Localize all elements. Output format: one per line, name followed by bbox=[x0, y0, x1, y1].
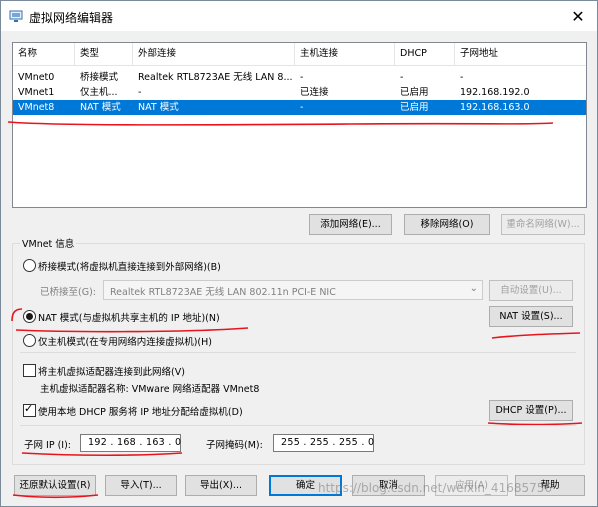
column-header-host[interactable]: 主机连接 bbox=[295, 43, 395, 65]
host-only-radio[interactable] bbox=[23, 334, 36, 347]
cell-dhcp: 已启用 bbox=[400, 102, 429, 113]
cell-type: 仅主机... bbox=[80, 87, 118, 98]
bridged-to-select[interactable]: Realtek RTL8723AE 无线 LAN 802.11n PCI-E N… bbox=[103, 280, 483, 300]
cell-type: NAT 模式 bbox=[80, 102, 121, 113]
table-row-vmnet1[interactable]: VMnet1 仅主机... - 已连接 已启用 192.168.192.0 bbox=[13, 85, 586, 100]
cell-name: VMnet1 bbox=[18, 87, 55, 98]
connect-adapter-checkbox[interactable] bbox=[23, 364, 36, 377]
cell-subnet: 192.168.163.0 bbox=[460, 102, 530, 113]
cell-name: VMnet0 bbox=[18, 72, 55, 83]
rename-network-button[interactable]: 重命名网络(W)... bbox=[501, 214, 585, 235]
add-network-button[interactable]: 添加网络(E)... bbox=[309, 214, 392, 235]
connect-adapter-label[interactable]: 将主机虚拟适配器连接到此网络(V) bbox=[38, 364, 185, 378]
column-header-external[interactable]: 外部连接 bbox=[133, 43, 295, 65]
vmnet-info-group bbox=[12, 243, 585, 465]
cell-name: VMnet8 bbox=[18, 102, 55, 113]
host-only-label[interactable]: 仅主机模式(在专用网络内连接虚拟机)(H) bbox=[38, 334, 212, 348]
window-title: 虚拟网络编辑器 bbox=[29, 11, 114, 25]
network-editor-icon bbox=[9, 10, 23, 22]
column-header-subnet[interactable]: 子网地址 bbox=[455, 43, 586, 65]
bridged-to-value: Realtek RTL8723AE 无线 LAN 802.11n PCI-E N… bbox=[110, 287, 336, 298]
cell-subnet: - bbox=[460, 72, 464, 83]
bridge-mode-label[interactable]: 桥接模式(将虚拟机直接连接到外部网络)(B) bbox=[38, 259, 221, 273]
watermark-text: https://blog.csdn.net/weixin_41685756 bbox=[318, 481, 553, 495]
cell-dhcp: - bbox=[400, 72, 404, 83]
subnet-ip-value: 192 . 168 . 163 . 0 bbox=[88, 437, 182, 448]
column-header-type[interactable]: 类型 bbox=[75, 43, 133, 65]
cell-host: - bbox=[300, 102, 304, 113]
table-row-vmnet0[interactable]: VMnet0 桥接模式 Realtek RTL8723AE 无线 LAN 8..… bbox=[13, 70, 586, 85]
column-header-name[interactable]: 名称 bbox=[13, 43, 75, 65]
import-button[interactable]: 导入(T)... bbox=[105, 475, 177, 496]
chevron-down-icon: ⌄ bbox=[469, 283, 478, 294]
export-button[interactable]: 导出(X)... bbox=[185, 475, 257, 496]
bridge-mode-radio[interactable] bbox=[23, 259, 36, 272]
remove-network-button[interactable]: 移除网络(O) bbox=[404, 214, 490, 235]
annotation-underline-nat-settings bbox=[491, 332, 581, 339]
nat-settings-button[interactable]: NAT 设置(S)... bbox=[489, 306, 573, 327]
annotation-underline-restore bbox=[12, 494, 99, 499]
cell-dhcp: 已启用 bbox=[400, 87, 429, 98]
subnet-mask-label: 子网掩码(M): bbox=[206, 440, 263, 451]
bridged-to-label: 已桥接至(G): bbox=[40, 287, 96, 298]
cell-external: NAT 模式 bbox=[138, 102, 179, 113]
adapter-name-text: 主机虚拟适配器名称: VMware 网络适配器 VMnet8 bbox=[40, 384, 260, 395]
divider bbox=[20, 352, 576, 353]
cell-host: - bbox=[300, 72, 304, 83]
subnet-mask-value: 255 . 255 . 255 . 0 bbox=[281, 437, 375, 448]
list-header: 名称 类型 外部连接 主机连接 DHCP 子网地址 bbox=[13, 43, 586, 66]
cell-host: 已连接 bbox=[300, 87, 329, 98]
annotation-underline-dhcp bbox=[487, 422, 583, 426]
cell-external: Realtek RTL8723AE 无线 LAN 8... bbox=[138, 72, 293, 83]
divider bbox=[20, 425, 576, 426]
close-button[interactable]: ✕ bbox=[564, 6, 592, 28]
auto-settings-button[interactable]: 自动设置(U)... bbox=[489, 280, 573, 301]
annotation-underline-subnet bbox=[21, 452, 183, 457]
cell-external: - bbox=[138, 87, 142, 98]
column-header-dhcp[interactable]: DHCP bbox=[395, 43, 455, 65]
cell-subnet: 192.168.192.0 bbox=[460, 87, 530, 98]
use-dhcp-checkbox[interactable] bbox=[23, 402, 36, 417]
annotation-underline-row bbox=[7, 121, 554, 126]
title-bar: 虚拟网络编辑器 ✕ bbox=[1, 1, 597, 31]
use-dhcp-label[interactable]: 使用本地 DHCP 服务将 IP 地址分配给虚拟机(D) bbox=[38, 404, 243, 418]
subnet-mask-field[interactable]: 255 . 255 . 255 . 0 bbox=[273, 434, 374, 452]
vmnet-info-title: VMnet 信息 bbox=[20, 236, 77, 250]
table-row-vmnet8[interactable]: VMnet8 NAT 模式 NAT 模式 - 已启用 192.168.163.0 bbox=[13, 100, 586, 115]
cell-type: 桥接模式 bbox=[80, 72, 119, 83]
